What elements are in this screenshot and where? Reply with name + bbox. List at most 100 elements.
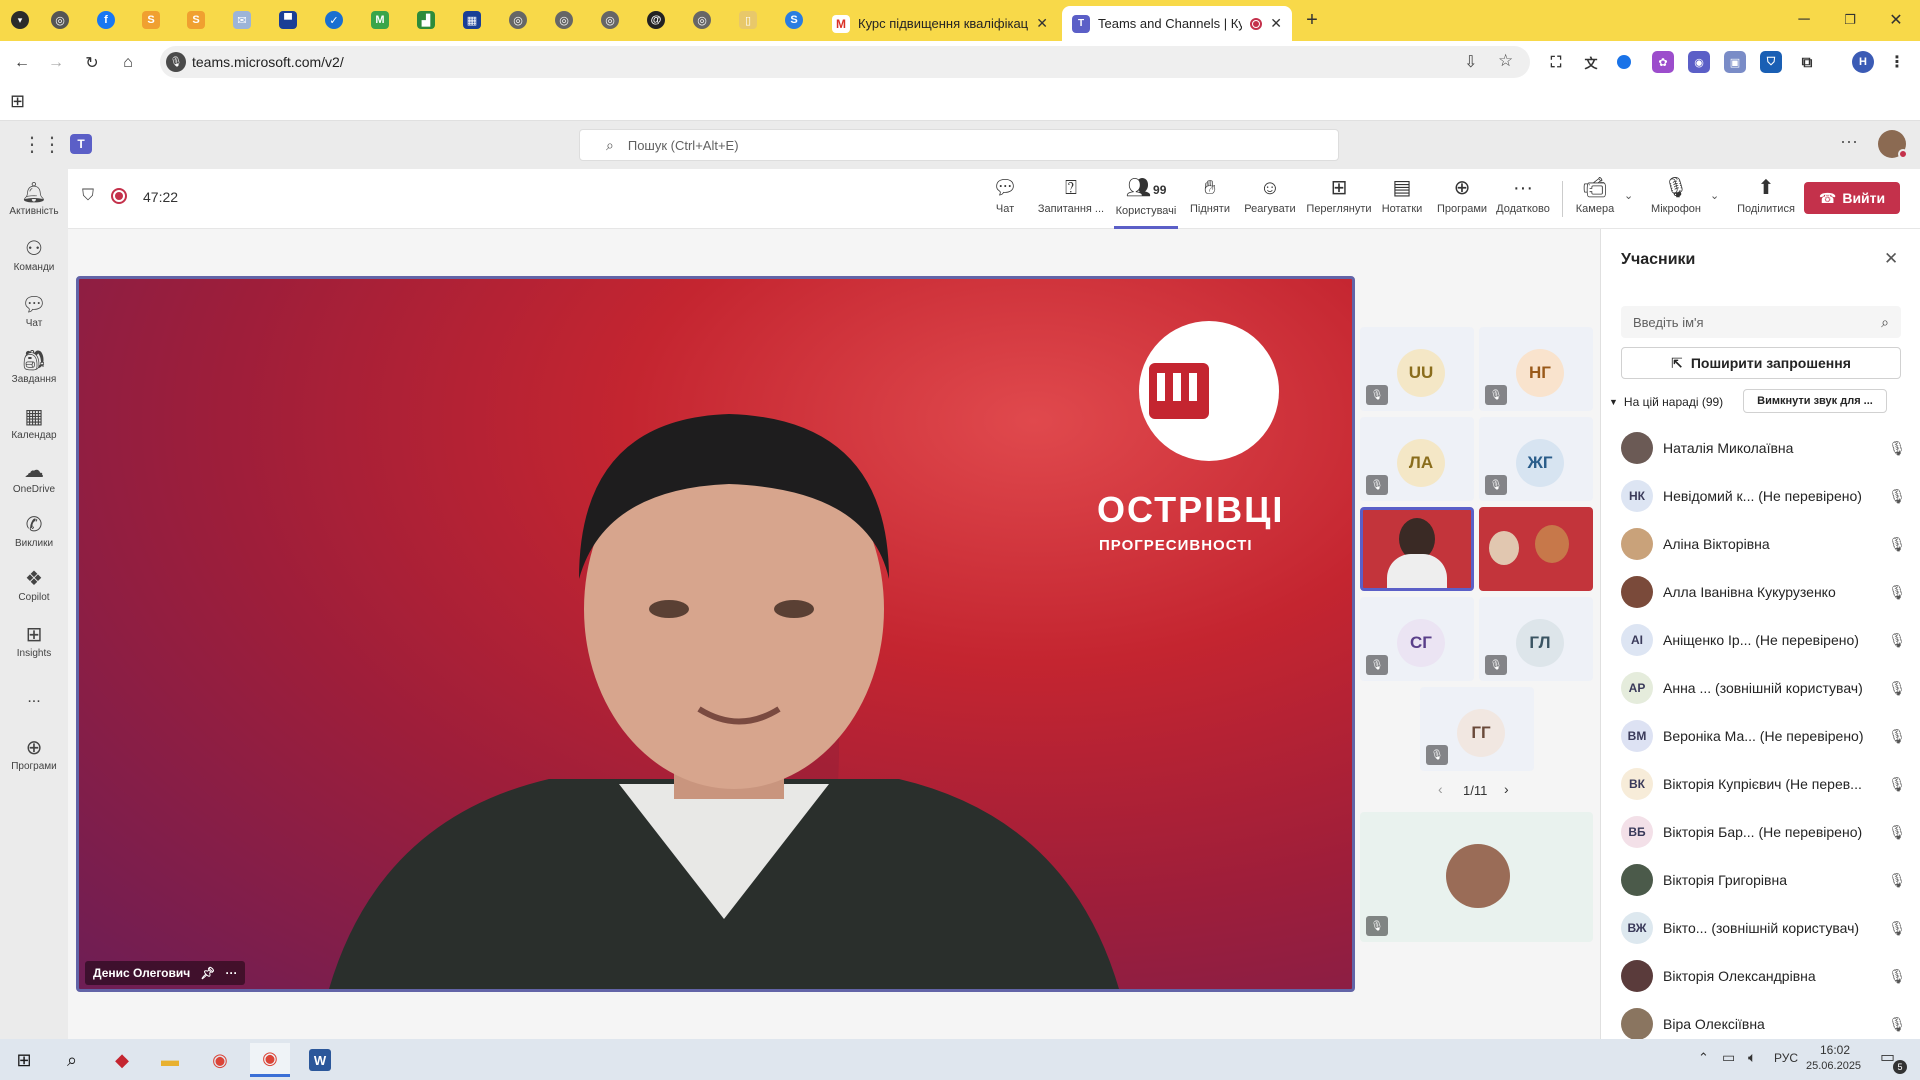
new-tab-button[interactable]: +	[1298, 6, 1326, 34]
browser-menu-icon[interactable]: ⋮	[1886, 51, 1908, 73]
profile-avatar[interactable]: Н	[1852, 51, 1874, 73]
pinned-tab[interactable]: S	[776, 6, 812, 34]
pinned-tab[interactable]: ▟	[408, 6, 444, 34]
word-icon[interactable]: W	[300, 1043, 340, 1077]
search-icon[interactable]: ⌕	[52, 1043, 92, 1077]
close-window-icon[interactable]: ✕	[1882, 6, 1910, 34]
participant-row[interactable]: Алла Іванівна Кукурузенко 🎙︎	[1621, 568, 1906, 616]
tray-chevron-icon[interactable]: ⌃	[1698, 1050, 1709, 1066]
star-icon[interactable]: ☆	[1498, 51, 1513, 71]
people-button[interactable]: 👥︎ 99 Користувачі	[1114, 177, 1178, 229]
close-icon[interactable]: ✕	[1036, 15, 1048, 32]
participant-row[interactable]: Наталія Миколаївна 🎙︎	[1621, 424, 1906, 472]
pinned-tab[interactable]: ◎	[592, 6, 628, 34]
participant-row[interactable]: ВЖ Вікто... (зовнішній користувач) 🎙︎	[1621, 904, 1906, 952]
extension-icon[interactable]: ◉	[1688, 51, 1710, 73]
minimize-icon[interactable]: ─	[1790, 6, 1818, 34]
rail-copilot[interactable]: ❖ Copilot	[0, 558, 68, 614]
apps-grid-icon[interactable]: ⊞	[10, 91, 25, 112]
participant-row[interactable]: АІ Аніщенко Ір... (Не перевірено) 🎙︎	[1621, 616, 1906, 664]
mic-options-chevron-icon[interactable]: ⌄	[1710, 189, 1719, 202]
react-button[interactable]: ☺︎ Реагувати	[1242, 177, 1298, 227]
raise-hand-button[interactable]: ✋︎ Підняти	[1186, 177, 1234, 227]
mic-button[interactable]: 🎙︎ Мікрофон	[1646, 177, 1706, 227]
chat-button[interactable]: 💬︎ Чат	[985, 177, 1025, 227]
more-options-icon[interactable]: ···	[1840, 131, 1858, 152]
pinned-tab[interactable]: ✉	[224, 6, 260, 34]
windows-start-icon[interactable]: ⊞	[4, 1043, 44, 1077]
participant-row[interactable]: АР Анна ... (зовнішній користувач) 🎙︎	[1621, 664, 1906, 712]
camera-options-chevron-icon[interactable]: ⌄	[1624, 189, 1633, 202]
chrome-profile-icon[interactable]: ◉	[250, 1043, 290, 1077]
qa-button[interactable]: ⍰ Запитання ...	[1034, 177, 1108, 227]
pinned-tab[interactable]: ◎	[546, 6, 582, 34]
search-input[interactable]: ⌕ Пошук (Ctrl+Alt+E)	[579, 129, 1339, 161]
participant-row[interactable]: ВК Вікторія Купрієвич (Не перев... 🎙︎	[1621, 760, 1906, 808]
shield-icon[interactable]: ⛉	[82, 187, 94, 205]
figma-icon[interactable]: ◆	[102, 1043, 142, 1077]
main-speaker-video[interactable]: ОСТРІВЦІ ПРОГРЕСИВНОСТІ Денис Олегович 📌…	[76, 276, 1355, 992]
participant-tile[interactable]: СГ 🎙︎	[1360, 597, 1474, 681]
notes-button[interactable]: ▤ Нотатки	[1378, 177, 1426, 227]
camera-button[interactable]: 📹︎ Камера	[1570, 177, 1620, 227]
extension-dot-icon[interactable]	[1617, 55, 1631, 69]
participant-row[interactable]: Вікторія Григорівна 🎙︎	[1621, 856, 1906, 904]
pinned-tab[interactable]: ◎	[684, 6, 720, 34]
rail-calendar[interactable]: ▦ Календар	[0, 396, 68, 452]
participant-tile[interactable]: ГГ 🎙︎	[1420, 687, 1534, 771]
leave-button[interactable]: ☎ Вийти	[1804, 182, 1900, 214]
rail-teams[interactable]: ⚇ Команди	[0, 228, 68, 284]
participant-row[interactable]: Аліна Вікторівна 🎙︎	[1621, 520, 1906, 568]
participant-row[interactable]: ВМ Вероніка Ма... (Не перевірено) 🎙︎	[1621, 712, 1906, 760]
participant-tile[interactable]: UU 🎙︎	[1360, 327, 1474, 411]
participant-video-tile[interactable]	[1479, 507, 1593, 591]
home-icon[interactable]: ⌂	[114, 49, 142, 77]
tab-course[interactable]: M Курс підвищення кваліфікації ✕	[822, 6, 1058, 41]
view-button[interactable]: ⊞ Переглянути	[1304, 177, 1374, 227]
rail-chat[interactable]: 💬︎ Чат	[0, 284, 68, 340]
shield-extension-icon[interactable]: ⛉	[1760, 51, 1782, 73]
volume-icon[interactable]: 🔈︎	[1748, 1049, 1756, 1066]
rail-onedrive[interactable]: ☁︎ OneDrive	[0, 450, 68, 506]
next-page-icon[interactable]: ›	[1504, 781, 1509, 797]
extension-icon[interactable]: ▣	[1724, 51, 1746, 73]
participant-row[interactable]: ВБ Вікторія Бар... (Не перевірено) 🎙︎	[1621, 808, 1906, 856]
teams-logo-icon[interactable]: T	[70, 134, 92, 154]
more-options-icon[interactable]: ···	[225, 966, 237, 980]
prev-page-icon[interactable]: ‹	[1438, 781, 1443, 797]
tab-search-button[interactable]: ▾	[2, 6, 38, 34]
participant-search-input[interactable]: Введіть ім'я ⌕	[1621, 306, 1901, 338]
translate-icon[interactable]: 文	[1580, 51, 1602, 73]
participant-tile[interactable]: ЛА 🎙︎	[1360, 417, 1474, 501]
file-explorer-icon[interactable]: ▬	[150, 1043, 190, 1077]
pinned-tab[interactable]: S	[133, 6, 169, 34]
participant-tile[interactable]: ГЛ 🎙︎	[1479, 597, 1593, 681]
participant-video-tile[interactable]	[1360, 507, 1474, 591]
pinned-tab[interactable]: S	[178, 6, 214, 34]
forward-icon[interactable]: →	[42, 49, 70, 77]
puzzle-icon[interactable]: ⧉	[1796, 51, 1818, 73]
share-button[interactable]: ⬆ Поділитися	[1728, 177, 1804, 227]
rail-insights[interactable]: ⊞ Insights	[0, 614, 68, 670]
chrome-icon[interactable]: ◉	[200, 1043, 240, 1077]
extension-icon[interactable]: ✿	[1652, 51, 1674, 73]
install-app-icon[interactable]: ⇩	[1464, 52, 1477, 72]
pinned-tab[interactable]: @	[638, 6, 674, 34]
rail-apps[interactable]: ⊕ Програми	[0, 727, 68, 783]
participant-tile[interactable]: НГ 🎙︎	[1479, 327, 1593, 411]
participant-tile[interactable]: ЖГ 🎙︎	[1479, 417, 1593, 501]
section-header[interactable]: ▼ На цій нараді (99)	[1609, 395, 1723, 409]
apps-button[interactable]: ⊕ Програми	[1434, 177, 1490, 227]
restore-icon[interactable]: ❐	[1836, 6, 1864, 34]
participant-row[interactable]: Віра Олексіївна 🎙︎	[1621, 1000, 1906, 1039]
participant-row[interactable]: НК Невідомий к... (Не перевірено) 🎙︎	[1621, 472, 1906, 520]
pinned-tab[interactable]: f	[88, 6, 124, 34]
reload-icon[interactable]: ↻	[78, 49, 106, 77]
close-icon[interactable]: ✕	[1270, 15, 1282, 32]
rail-calls[interactable]: ✆ Виклики	[0, 504, 68, 560]
input-language[interactable]: РУС	[1774, 1051, 1798, 1065]
self-view[interactable]: 🎙︎	[1360, 812, 1593, 942]
share-invite-button[interactable]: ⇱ Поширити запрошення	[1621, 347, 1901, 379]
tab-teams[interactable]: T Teams and Channels | Курс ✕	[1062, 6, 1292, 41]
screenshot-icon[interactable]: ⛶	[1545, 51, 1567, 73]
